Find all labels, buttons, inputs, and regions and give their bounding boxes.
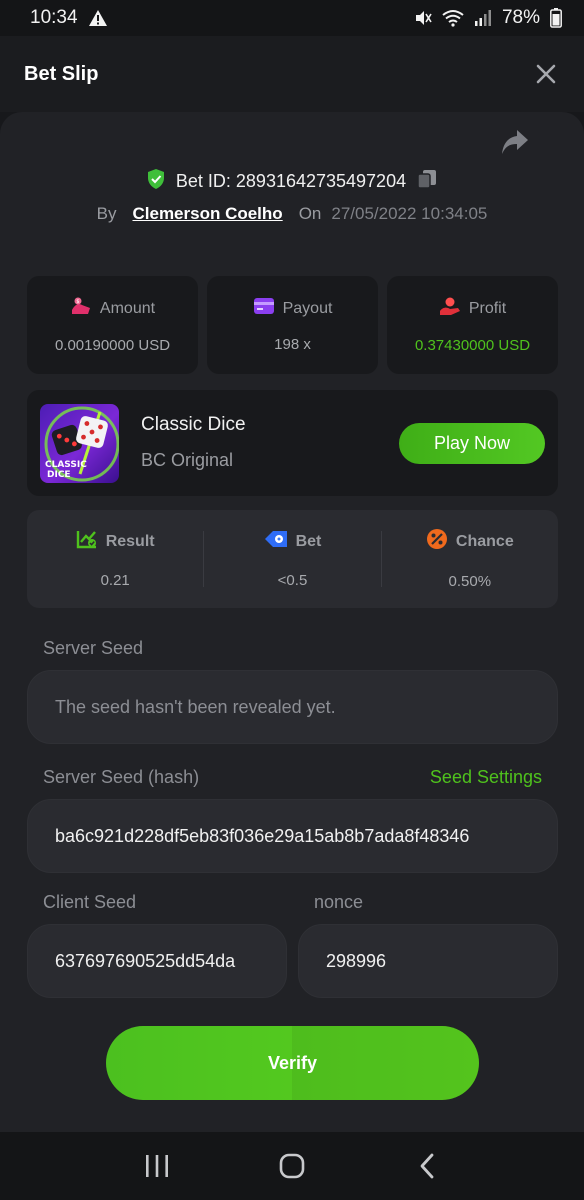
recent-apps-button[interactable]: [137, 1146, 177, 1186]
home-button[interactable]: [272, 1146, 312, 1186]
close-button[interactable]: [532, 60, 560, 88]
info-value: 0.21: [100, 572, 130, 589]
server-seed-hash-field[interactable]: ba6c921d228df5eb83f036e29a15ab8b7ada8f48…: [27, 799, 558, 873]
amount-icon: $: [70, 296, 92, 321]
payout-icon: [253, 297, 275, 320]
game-thumbnail[interactable]: CLASSIC DICE: [40, 404, 119, 483]
thumb-text-1: CLASSIC: [45, 460, 87, 470]
back-icon: [420, 1153, 434, 1179]
signal-icon: [474, 9, 492, 27]
nonce-field[interactable]: 298996: [298, 924, 558, 998]
bet-stats: $ Amount 0.00190000 USD Payout 198 x Pro…: [27, 276, 558, 374]
shield-check-icon: [146, 168, 166, 195]
system-nav-bar: [0, 1132, 584, 1200]
stat-value: 0.00190000 USD: [54, 337, 171, 354]
info-result: Result 0.21: [27, 529, 203, 589]
stat-amount: $ Amount 0.00190000 USD: [27, 276, 198, 374]
thumb-text-2: DICE: [47, 470, 71, 480]
battery-text: 78%: [501, 7, 540, 28]
play-now-button[interactable]: Play Now: [399, 423, 545, 464]
server-seed-label: Server Seed: [43, 638, 144, 658]
author-link[interactable]: Clemerson Coelho: [132, 204, 282, 224]
bet-slip-header: Bet Slip: [0, 36, 584, 112]
home-icon: [279, 1153, 305, 1179]
svg-text:$: $: [76, 299, 79, 305]
stat-value: 0.37430000 USD: [414, 337, 531, 354]
stat-label: Profit: [468, 299, 507, 317]
share-icon: [502, 130, 528, 154]
copy-button[interactable]: [416, 168, 438, 195]
stat-profit: Profit 0.37430000 USD: [387, 276, 558, 374]
profit-icon: [439, 296, 461, 321]
game-card: CLASSIC DICE Classic Dice BC Original Pl…: [27, 390, 558, 496]
verify-label: Verify: [267, 1052, 318, 1073]
chance-icon: [426, 528, 448, 555]
close-icon: [536, 64, 556, 84]
game-subtitle: BC Original: [141, 450, 234, 470]
back-button[interactable]: [407, 1146, 447, 1186]
mute-icon: [414, 9, 432, 27]
bet-details: Result 0.21 Bet <0.5 Chance 0.50%: [27, 510, 558, 608]
stat-value: 198 x: [274, 336, 311, 353]
stat-payout: Payout 198 x: [207, 276, 378, 374]
bet-slip-sheet: Bet ID: 28931642735497204 By Clemerson C…: [0, 112, 584, 1132]
share-button[interactable]: [500, 128, 530, 156]
result-icon: [76, 529, 98, 554]
battery-icon: [550, 8, 562, 28]
game-name: Classic Dice: [141, 414, 246, 435]
by-label: By: [96, 204, 117, 223]
verify-button[interactable]: Verify: [106, 1026, 479, 1100]
bet-id: Bet ID: 28931642735497204: [175, 171, 407, 191]
copy-icon: [417, 170, 437, 189]
info-label: Chance: [455, 532, 514, 550]
bet-icon: [264, 529, 288, 554]
client-seed-label: Client Seed: [43, 892, 137, 912]
info-value: <0.5: [277, 572, 308, 589]
nonce-label: nonce: [314, 892, 364, 912]
bet-id-row: Bet ID: 28931642735497204: [0, 168, 584, 195]
info-label: Result: [105, 532, 155, 550]
seed-settings-link[interactable]: Seed Settings: [430, 767, 542, 788]
bet-author-row: By Clemerson Coelho On 27/05/2022 10:34:…: [0, 204, 584, 224]
stat-label: Payout: [282, 299, 333, 317]
info-value: 0.50%: [448, 573, 492, 590]
stat-label: Amount: [99, 299, 156, 317]
bet-date: 27/05/2022 10:34:05: [331, 204, 488, 223]
wifi-icon: [442, 9, 464, 27]
info-bet: Bet <0.5: [204, 529, 380, 589]
warning-icon: [88, 9, 108, 27]
client-seed-field[interactable]: 637697690525dd54da: [27, 924, 287, 998]
on-label: On: [298, 204, 322, 223]
info-label: Bet: [295, 532, 322, 550]
dice-icon: CLASSIC DICE: [44, 406, 119, 482]
page-title: Bet Slip: [24, 62, 99, 85]
server-seed-hash-label: Server Seed (hash): [43, 767, 200, 787]
server-seed-field[interactable]: The seed hasn't been revealed yet.: [27, 670, 558, 744]
info-chance: Chance 0.50%: [382, 528, 558, 590]
status-bar: 10:34 78%: [0, 0, 584, 36]
recent-apps-icon: [146, 1155, 169, 1177]
status-time: 10:34: [30, 7, 78, 28]
